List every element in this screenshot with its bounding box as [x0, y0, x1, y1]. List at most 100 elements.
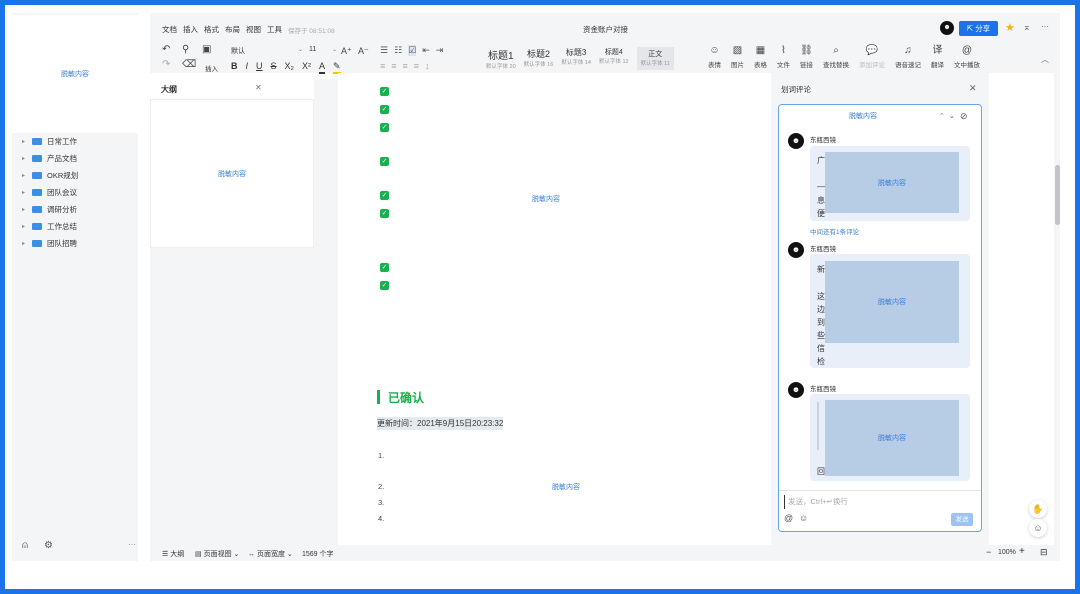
folder-icon [32, 240, 42, 247]
tool-link[interactable]: ⛓ 链接 [800, 45, 813, 69]
align-left-icon[interactable]: ≡ [380, 61, 385, 71]
close-icon[interactable]: ✕ [969, 83, 977, 94]
subscript-icon[interactable]: X₂ [285, 61, 295, 74]
chevron-down-icon: ⌄ [297, 47, 303, 53]
sidebar-folder-item[interactable]: ▸ 团队会议 [22, 184, 132, 201]
heading-style-5[interactable]: 正文 默认字体 11 [636, 47, 674, 70]
chevron-up-icon[interactable]: ⌃ [939, 112, 945, 120]
assistant-icon[interactable]: ✋ [1029, 500, 1047, 518]
justify-icon[interactable]: ≡ [414, 61, 419, 71]
sidebar-folder-item[interactable]: ▸ OKR规划 [22, 167, 132, 184]
present-icon[interactable]: ⌅ [1023, 22, 1031, 33]
sidebar-folder-item[interactable]: ▸ 团队招聘 [22, 235, 132, 252]
checkbox-checked[interactable]: ✓ [380, 191, 389, 200]
collapse-toolbar-icon[interactable]: ︿ [1041, 54, 1049, 65]
superscript-icon[interactable]: X² [302, 61, 311, 74]
user-avatar[interactable]: ☻ [940, 21, 954, 35]
align-right-icon[interactable]: ≡ [403, 61, 408, 71]
format-painter-icon[interactable]: ⚲ [182, 44, 189, 56]
font-color-icon[interactable]: A [319, 61, 326, 74]
menu-view[interactable]: 视图 [246, 24, 261, 35]
menu-doc[interactable]: 文档 [162, 24, 177, 35]
tool-find-replace[interactable]: ⌕ 查找替换 [823, 45, 849, 69]
settings-icon[interactable]: ⚙ [44, 540, 53, 551]
indent-icon[interactable]: ⇥ [436, 45, 444, 56]
menu-layout[interactable]: 布局 [225, 24, 240, 35]
page-width-select[interactable]: ↔ 页面宽度 ⌄ [248, 549, 293, 559]
menu-insert[interactable]: 插入 [183, 24, 198, 35]
outline-toggle[interactable]: ☰ 大纲 [162, 549, 184, 559]
resolve-icon[interactable]: ⊘ [960, 111, 968, 122]
strikethrough-icon[interactable]: S [271, 61, 277, 74]
font-shrink-icon[interactable]: A⁻ [358, 45, 369, 57]
mention-icon[interactable]: @ [784, 513, 793, 523]
clear-format-icon[interactable]: ⌫ [182, 59, 196, 71]
undo-icon[interactable]: ↶ [162, 44, 170, 56]
redo-icon[interactable]: ↷ [162, 59, 170, 71]
bullet-list-icon[interactable]: ☰ [380, 45, 388, 56]
bold-icon[interactable]: B [231, 61, 238, 74]
tool-translate[interactable]: 译翻译 [931, 45, 944, 69]
zoom-in-icon[interactable]: + [1019, 546, 1025, 557]
tool-emoji[interactable]: ☺ 表情 [708, 45, 721, 69]
heading-style-1[interactable]: 标题1 默认字体 20 [486, 47, 516, 70]
checkbox-checked[interactable]: ✓ [380, 157, 389, 166]
outdent-icon[interactable]: ⇤ [422, 45, 430, 56]
checkbox-checked[interactable]: ✓ [380, 87, 389, 96]
underline-icon[interactable]: U [256, 61, 263, 74]
emoji-icon[interactable]: ☺ [799, 513, 808, 523]
numbered-list-icon[interactable]: ☷ [394, 45, 402, 56]
align-center-icon[interactable]: ≡ [391, 61, 396, 71]
zoom-level[interactable]: 100% [998, 549, 1016, 556]
read-aloud-icon: @ [961, 45, 973, 56]
tool-comment[interactable]: 💬 添加评论 [859, 45, 885, 69]
tool-table[interactable]: ▦ 表格 [754, 45, 767, 69]
sidebar-folder-item[interactable]: ▸ 工作总结 [22, 218, 132, 235]
tool-read-aloud[interactable]: @ 文中播放 [954, 45, 980, 69]
tool-microphone[interactable]: ♫ 语音速记 [895, 45, 921, 69]
fullscreen-icon[interactable]: ⊟ [1040, 547, 1048, 558]
zoom-out-icon[interactable]: − [986, 547, 991, 557]
send-button[interactable]: 发送 [951, 513, 973, 526]
tool-label: 语音速记 [895, 62, 921, 69]
font-grow-icon[interactable]: A⁺ [341, 45, 352, 57]
heading-style-2[interactable]: 标题2 默认字体 16 [524, 47, 554, 70]
italic-icon[interactable]: I [246, 61, 249, 74]
comment-input[interactable]: 发送，Ctrl+↵换行 [784, 495, 934, 509]
more-menu[interactable]: ··· [1041, 22, 1049, 31]
font-size-select[interactable]: 11 ⌄ [309, 46, 337, 57]
menu-tools[interactable]: 工具 [267, 24, 282, 35]
heading-style-4[interactable]: 标题4 默认字体 12 [599, 47, 629, 70]
checkbox-checked[interactable]: ✓ [380, 281, 389, 290]
scrollbar-track[interactable] [1054, 73, 1060, 545]
feedback-icon[interactable]: ☺ [1029, 519, 1047, 537]
checkbox-checked[interactable]: ✓ [380, 123, 389, 132]
insert-block-icon[interactable]: ▣ [202, 44, 211, 56]
star-icon[interactable]: ★ [1005, 21, 1015, 34]
checkbox-checked[interactable]: ✓ [380, 105, 389, 114]
share-button[interactable]: ⇱ 分享 [959, 21, 998, 36]
sidebar-folder-item[interactable]: ▸ 调研分析 [22, 201, 132, 218]
tool-attachment[interactable]: ⌇ 文件 [777, 45, 790, 69]
checklist-icon[interactable]: ☑ [408, 45, 417, 56]
sidebar-folder-item[interactable]: ▸ 日常工作 [22, 133, 132, 150]
scrollbar-thumb[interactable] [1055, 165, 1060, 225]
heading-style-3[interactable]: 标题3 默认字体 14 [561, 47, 591, 70]
outline-title: 大纲 [161, 85, 177, 94]
line-spacing-icon[interactable]: ↕ [425, 61, 430, 71]
more-button[interactable]: ··· [128, 540, 136, 549]
font-family-select[interactable]: 默认 ⌄ [231, 46, 303, 57]
checkbox-checked[interactable]: ✓ [380, 263, 389, 272]
tool-label: 文中播放 [954, 62, 980, 69]
close-icon[interactable]: ✕ [255, 83, 262, 92]
page-view-select[interactable]: ▤ 页面视图 ⌄ [195, 549, 239, 559]
sidebar-folder-item[interactable]: ▸ 产品文档 [22, 150, 132, 167]
microphone-icon: ♫ [904, 45, 912, 56]
checkbox-checked[interactable]: ✓ [380, 209, 389, 218]
folder-tree: ▸ 日常工作 ▸ 产品文档 ▸ OKR规划 ▸ 团队会议 ▸ 调研分析 ▸ 工作总结 ▸ 团队招聘 [22, 133, 132, 252]
more-replies-link[interactable]: 中间还有1条评论 [810, 226, 859, 236]
chevron-down-icon[interactable]: ⌄ [949, 112, 955, 120]
tool-image[interactable]: ▧ 图片 [731, 45, 744, 69]
menu-format[interactable]: 格式 [204, 24, 219, 35]
add-member-icon[interactable]: ⍝ [22, 540, 28, 551]
